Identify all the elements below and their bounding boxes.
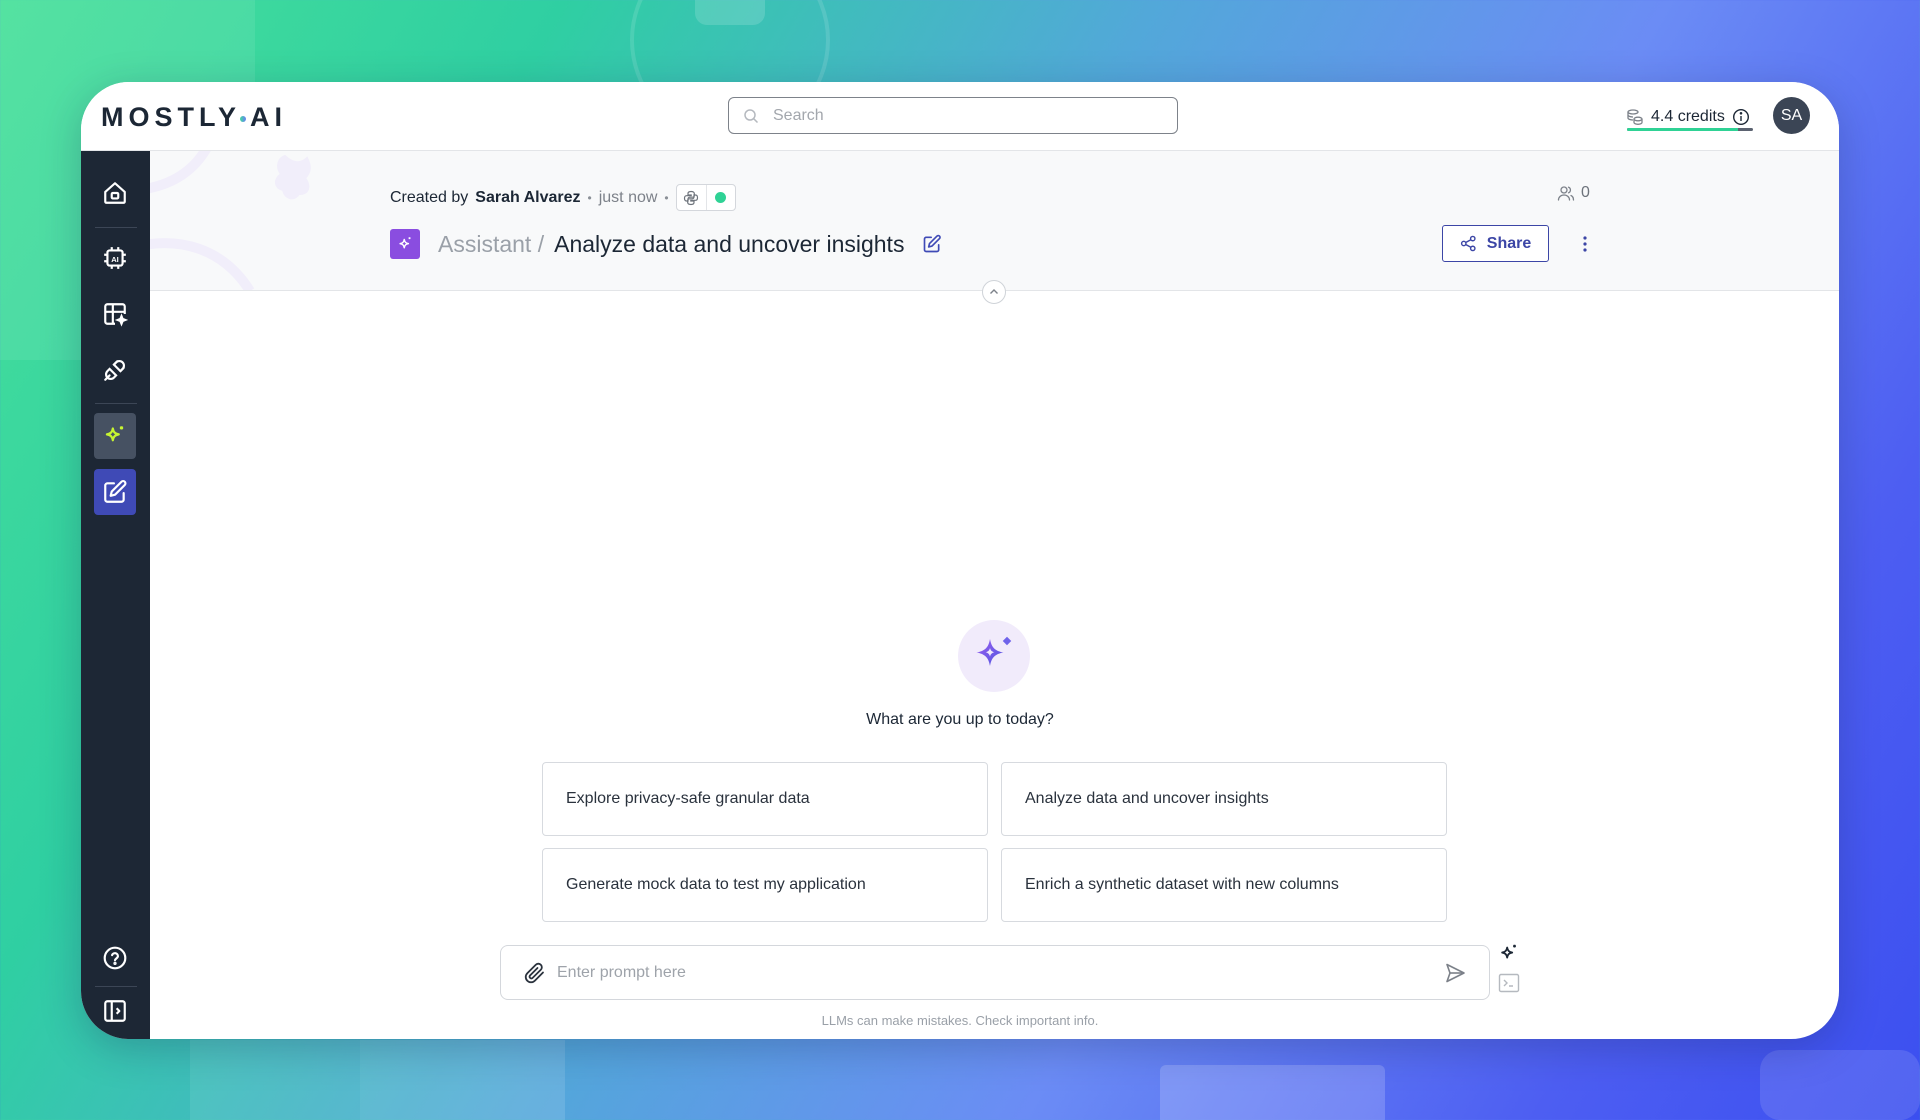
collaborators-number: 0 bbox=[1581, 184, 1590, 201]
session-header: Created by Sarah Alvarez • just now • 0 … bbox=[150, 151, 1839, 291]
welcome-text: What are you up to today? bbox=[866, 711, 1054, 728]
sidebar-item-home[interactable] bbox=[94, 170, 136, 216]
background-card bbox=[1160, 1065, 1385, 1120]
breadcrumb-assistant[interactable]: Assistant / bbox=[438, 231, 544, 258]
paperclip-icon[interactable] bbox=[523, 961, 547, 985]
top-bar: MOSTLY AI 4.4 credits SA bbox=[81, 82, 1839, 151]
more-options-button[interactable] bbox=[1575, 229, 1595, 259]
credits-label: 4.4 credits bbox=[1651, 108, 1725, 125]
session-meta: Created by Sarah Alvarez • just now • bbox=[390, 184, 736, 211]
sidebar-item-datasets[interactable] bbox=[94, 291, 136, 337]
background-lock-shape bbox=[695, 0, 765, 25]
logo-dot bbox=[240, 115, 247, 122]
meta-separator: • bbox=[664, 190, 669, 205]
app-window: MOSTLY AI 4.4 credits SA AI bbox=[81, 82, 1839, 1039]
credits-progress-bar bbox=[1627, 128, 1753, 131]
sidebar-item-connectors[interactable] bbox=[94, 347, 136, 393]
plug-icon bbox=[104, 360, 125, 381]
sidebar-divider bbox=[95, 227, 137, 228]
sparkle-icon bbox=[105, 426, 124, 442]
sidebar-divider bbox=[95, 403, 137, 404]
info-icon[interactable] bbox=[1732, 108, 1750, 126]
home-icon bbox=[104, 182, 126, 204]
svg-text:AI: AI bbox=[111, 255, 119, 264]
prompt-input[interactable] bbox=[557, 963, 1443, 982]
sidebar-item-new-session[interactable] bbox=[94, 469, 136, 515]
share-label: Share bbox=[1486, 234, 1532, 252]
status-dot-icon bbox=[715, 192, 727, 203]
sidebar-item-help[interactable] bbox=[94, 935, 136, 981]
share-icon bbox=[1460, 235, 1476, 252]
assistant-hero-icon bbox=[958, 620, 1030, 692]
edit-title-icon[interactable] bbox=[922, 234, 942, 254]
users-icon bbox=[1557, 186, 1575, 201]
suggestion-grid: Explore privacy-safe granular data Analy… bbox=[542, 762, 1447, 922]
logo-text: AI bbox=[250, 102, 288, 132]
title-row: Assistant / Analyze data and uncover ins… bbox=[390, 229, 942, 259]
logo-text: MOSTLY bbox=[101, 102, 242, 132]
search-input[interactable] bbox=[773, 106, 1153, 125]
sparkle-icon bbox=[976, 636, 1012, 666]
prompt-side-tools bbox=[1496, 940, 1526, 1000]
search-box[interactable] bbox=[728, 97, 1178, 134]
created-time: just now bbox=[598, 188, 658, 206]
sidebar: AI bbox=[81, 151, 150, 1039]
background-sparkle-icon bbox=[150, 151, 311, 290]
search-icon bbox=[744, 108, 759, 123]
credits-progress-fill bbox=[1627, 128, 1738, 131]
sidebar-item-generators[interactable]: AI bbox=[94, 235, 136, 281]
collapse-header-button[interactable] bbox=[982, 280, 1006, 304]
sidebar-divider bbox=[95, 986, 137, 987]
meta-separator: • bbox=[587, 190, 592, 205]
background-column bbox=[360, 1040, 565, 1120]
suggestion-card[interactable]: Analyze data and uncover insights bbox=[1001, 762, 1447, 836]
send-icon[interactable] bbox=[1443, 961, 1467, 985]
edit-icon bbox=[104, 480, 127, 503]
user-avatar[interactable]: SA bbox=[1773, 97, 1810, 134]
prompt-box bbox=[500, 945, 1490, 1000]
background-panel bbox=[1760, 1050, 1920, 1120]
terminal-icon bbox=[1498, 973, 1520, 993]
table-sparkle-icon bbox=[104, 303, 128, 327]
created-by-label: Created by bbox=[390, 188, 469, 206]
sparkle-icon bbox=[1501, 944, 1516, 959]
ai-mode-button[interactable] bbox=[1496, 940, 1522, 966]
status-indicator bbox=[705, 185, 735, 210]
more-vertical-icon bbox=[1583, 236, 1587, 252]
coins-icon bbox=[1627, 109, 1643, 125]
page-title: Analyze data and uncover insights bbox=[554, 230, 905, 257]
background-column bbox=[190, 1040, 360, 1120]
collaborators-count[interactable]: 0 bbox=[1557, 184, 1590, 202]
environment-chip[interactable] bbox=[675, 184, 736, 211]
logo[interactable]: MOSTLY AI bbox=[101, 102, 287, 133]
code-mode-button[interactable] bbox=[1496, 970, 1522, 996]
disclaimer-text: LLMs can make mistakes. Check important … bbox=[821, 1013, 1099, 1028]
author-name: Sarah Alvarez bbox=[475, 188, 581, 206]
assistant-badge bbox=[390, 229, 420, 259]
sidebar-item-assistant[interactable] bbox=[94, 413, 136, 459]
sparkle-icon bbox=[399, 237, 411, 249]
suggestion-card[interactable]: Enrich a synthetic dataset with new colu… bbox=[1001, 848, 1447, 922]
help-icon bbox=[103, 946, 127, 970]
python-icon bbox=[677, 185, 706, 210]
share-button[interactable]: Share bbox=[1442, 225, 1549, 262]
chevron-up-icon bbox=[990, 289, 998, 294]
suggestion-card[interactable]: Explore privacy-safe granular data bbox=[542, 762, 988, 836]
suggestion-card[interactable]: Generate mock data to test my applicatio… bbox=[542, 848, 988, 922]
ai-chip-icon: AI bbox=[104, 247, 126, 269]
